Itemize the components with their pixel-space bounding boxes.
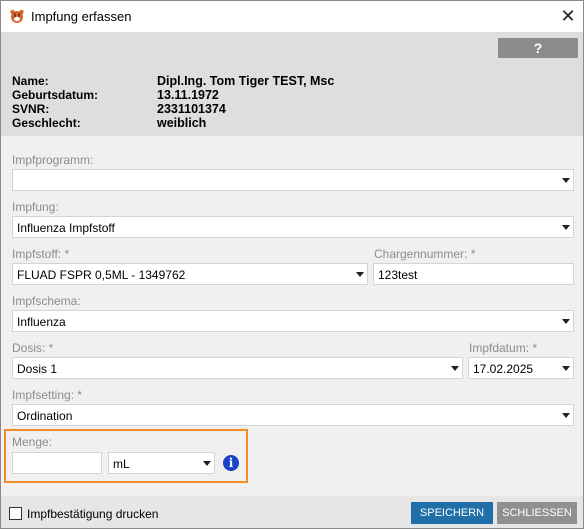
chevron-down-icon: [203, 461, 211, 466]
dosis-label: Dosis: *: [12, 341, 54, 355]
impfschema-label: Impfschema:: [12, 294, 81, 308]
svnr-label: SVNR:: [12, 102, 50, 116]
menge-label: Menge:: [12, 435, 53, 449]
save-button[interactable]: SPEICHERN: [411, 502, 493, 524]
chevron-down-icon: [562, 178, 570, 183]
impfdatum-select[interactable]: 17.02.2025: [468, 357, 574, 379]
help-button[interactable]: ?: [498, 38, 578, 58]
chargennummer-label: Chargennummer: *: [374, 247, 476, 261]
impfdatum-value: 17.02.2025: [473, 362, 534, 376]
chevron-down-icon: [562, 366, 570, 371]
gender-label: Geschlecht:: [12, 116, 81, 130]
impfstoff-label: Impfstoff: *: [12, 247, 70, 261]
chevron-down-icon: [562, 413, 570, 418]
close-button[interactable]: SCHLIESSEN: [497, 502, 577, 524]
close-icon[interactable]: ✕: [554, 4, 582, 28]
impfung-label: Impfung:: [12, 200, 59, 214]
window-title: Impfung erfassen: [31, 9, 132, 24]
dialog-window: Impfung erfassen ✕ ? Name: Dipl.Ing. Tom…: [0, 0, 584, 529]
impfstoff-select[interactable]: FLUAD FSPR 0,5ML - 1349762: [12, 263, 368, 285]
svnr-value: 2331101374: [157, 102, 226, 116]
print-confirmation-label[interactable]: Impfbestätigung drucken: [27, 507, 158, 521]
impfprogramm-label: Impfprogramm:: [12, 153, 94, 167]
dob-value: 13.11.1972: [157, 88, 219, 102]
chevron-down-icon: [356, 272, 364, 277]
impfung-value: Influenza Impfstoff: [17, 221, 115, 235]
menge-unit-select[interactable]: mL: [108, 452, 215, 474]
name-label: Name:: [12, 74, 49, 88]
chargennummer-value: 123test: [378, 268, 418, 282]
chevron-down-icon: [451, 366, 459, 371]
impfung-select[interactable]: Influenza Impfstoff: [12, 216, 574, 238]
impfprogramm-select[interactable]: [12, 169, 574, 191]
patient-header: ? Name: Dipl.Ing. Tom Tiger TEST, Msc Ge…: [1, 32, 583, 136]
impfstoff-value: FLUAD FSPR 0,5ML - 1349762: [17, 268, 186, 282]
chevron-down-icon: [562, 319, 570, 324]
name-value: Dipl.Ing. Tom Tiger TEST, Msc: [157, 74, 335, 88]
dosis-value: Dosis 1: [17, 362, 58, 376]
gender-value: weiblich: [157, 116, 207, 130]
impfsetting-value: Ordination: [17, 409, 73, 423]
impfschema-value: Influenza: [17, 315, 66, 329]
footer-bar: Impfbestätigung drucken SPEICHERN SCHLIE…: [1, 496, 583, 528]
chargennummer-input[interactable]: 123test: [373, 263, 574, 285]
impfschema-select[interactable]: Influenza: [12, 310, 574, 332]
menge-unit-value: mL: [113, 457, 130, 471]
impfsetting-select[interactable]: Ordination: [12, 404, 574, 426]
dosis-select[interactable]: Dosis 1: [12, 357, 463, 379]
info-icon[interactable]: i: [223, 455, 239, 471]
tiger-head-icon: [10, 9, 24, 23]
menge-input[interactable]: [12, 452, 102, 474]
title-bar: Impfung erfassen ✕: [1, 1, 583, 32]
impfdatum-label: Impfdatum: *: [469, 341, 538, 355]
vaccination-form: Impfprogramm: Impfung: Influenza Impfsto…: [1, 136, 583, 496]
print-confirmation-checkbox[interactable]: [9, 507, 22, 520]
impfsetting-label: Impfsetting: *: [12, 388, 83, 402]
dob-label: Geburtsdatum:: [12, 88, 99, 102]
chevron-down-icon: [562, 225, 570, 230]
